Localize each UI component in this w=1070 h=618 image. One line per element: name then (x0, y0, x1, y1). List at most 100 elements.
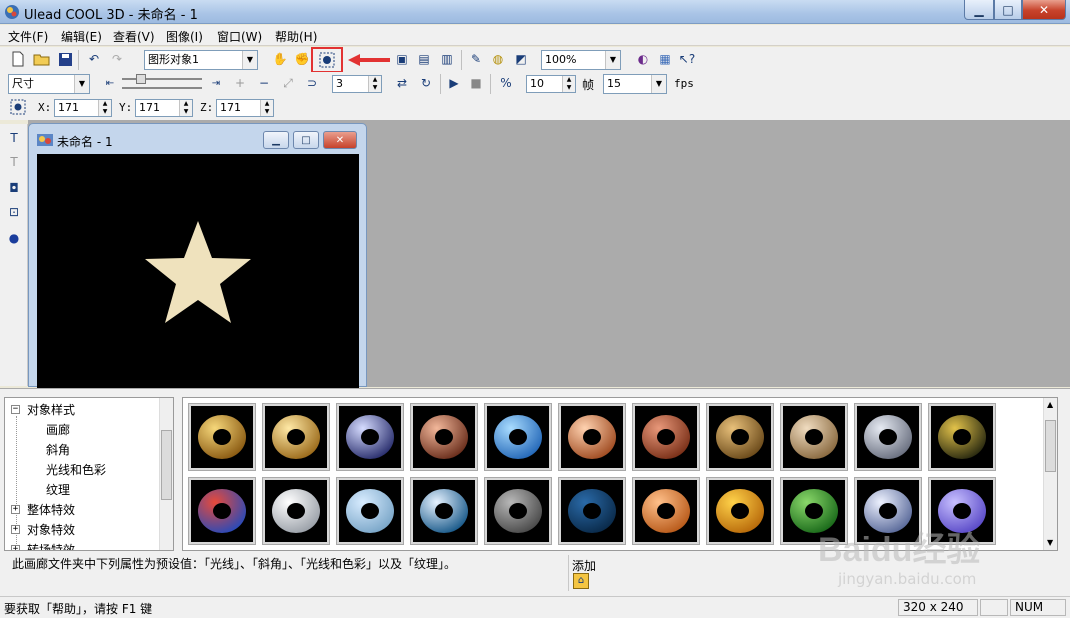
top-view-icon[interactable]: ▥ (437, 49, 457, 69)
doc-maximize-button[interactable]: □ (293, 131, 319, 149)
reverse-icon[interactable]: ⊃ (302, 73, 322, 93)
add-icon[interactable]: ⌂ (573, 573, 589, 589)
minimize-button[interactable]: ▁ (964, 0, 994, 20)
object-select[interactable]: 图形对象1 ▼ (144, 50, 258, 70)
browser-icon[interactable]: ▦ (655, 49, 675, 69)
gold-ring-thumbnail[interactable] (188, 403, 256, 471)
bronze-ring-thumbnail[interactable] (706, 403, 774, 471)
stained-glass-ring-thumbnail[interactable] (188, 477, 256, 545)
spinner-arrows-icon: ▲ ▼ (562, 76, 575, 92)
status-help-text: 要获取「帮助」，请按 F1 键 (4, 602, 153, 616)
gold-ring-2-thumbnail[interactable] (262, 403, 330, 471)
fps-select[interactable]: 15 ▼ (603, 74, 667, 94)
undo-icon[interactable]: ↶ (84, 49, 104, 69)
orange-ring-thumbnail[interactable] (632, 477, 700, 545)
tree-item-light-color[interactable]: 光线和色彩 (46, 461, 106, 478)
first-keyframe-icon[interactable]: ⇤ (100, 73, 120, 93)
loop-icon[interactable]: ⇄ (392, 73, 412, 93)
z-input[interactable]: 171 ▲ ▼ (216, 99, 274, 117)
expand-icon[interactable]: + (11, 505, 20, 514)
style-tree[interactable]: − 对象样式 画廊 斜角 光线和色彩 纹理 + 整体特效 + 对象特效 + 转场… (4, 397, 174, 551)
tree-scrollbar[interactable] (159, 398, 173, 550)
front-view-icon[interactable]: ▣ (392, 49, 412, 69)
menu-window[interactable]: 窗口(W) (217, 28, 262, 45)
scroll-up-icon[interactable]: ▲ (1047, 400, 1053, 409)
zoom-select[interactable]: 100% ▼ (541, 50, 621, 70)
position-mode-icon[interactable] (8, 97, 28, 117)
stop-icon[interactable]: ■ (466, 73, 486, 93)
blue-marble-ring-thumbnail[interactable] (484, 403, 552, 471)
fps-label: fps (674, 77, 694, 90)
copper-ring-thumbnail[interactable] (410, 403, 478, 471)
maximize-button[interactable]: □ (994, 0, 1022, 20)
tree-item-bevel[interactable]: 斜角 (46, 441, 70, 458)
tree-item-object-fx[interactable]: 对象特效 (27, 521, 75, 538)
object-position-button[interactable] (311, 47, 343, 73)
menu-image[interactable]: 图像(I) (166, 28, 203, 45)
dark-blue-ring-thumbnail[interactable] (558, 477, 626, 545)
globe-icon[interactable]: ◍ (488, 49, 508, 69)
red-clay-ring-thumbnail[interactable] (632, 403, 700, 471)
white-ring-thumbnail[interactable] (262, 477, 330, 545)
text-tool-icon[interactable]: T (4, 128, 24, 148)
tree-item-object-style[interactable]: 对象样式 (27, 401, 75, 418)
select-object-icon[interactable]: ⊡ (4, 202, 24, 222)
silver-ring-thumbnail[interactable] (336, 403, 404, 471)
menu-file[interactable]: 文件(F) (8, 28, 48, 45)
watermark-url: jingyan.baidu.com (838, 570, 977, 588)
property-select[interactable]: 尺寸 ▼ (8, 74, 90, 94)
menu-edit[interactable]: 编辑(E) (61, 28, 102, 45)
edit-text-icon[interactable]: T (4, 152, 24, 172)
doc-minimize-button[interactable]: ▁ (263, 131, 289, 149)
water-ring-thumbnail[interactable] (410, 477, 478, 545)
expand-icon[interactable]: + (11, 525, 20, 534)
frame-spinner[interactable]: 3 ▲ ▼ (332, 75, 382, 93)
close-button[interactable]: ✕ (1022, 0, 1066, 20)
play-preview-icon[interactable]: ◐ (633, 49, 653, 69)
tree-item-texture[interactable]: 纹理 (46, 481, 70, 498)
tree-item-gallery[interactable]: 画廊 (46, 421, 70, 438)
steel-ring-thumbnail[interactable] (854, 403, 922, 471)
add-keyframe-icon[interactable]: + (230, 73, 250, 93)
expand-icon[interactable]: + (11, 545, 20, 550)
new-file-icon[interactable] (8, 49, 28, 69)
mesh-ring-thumbnail[interactable] (780, 403, 848, 471)
menu-help[interactable]: 帮助(H) (275, 28, 317, 45)
render-canvas[interactable] (37, 154, 359, 388)
timeline-slider[interactable] (122, 74, 202, 90)
save-icon[interactable] (55, 49, 75, 69)
refresh-icon[interactable]: ↻ (416, 73, 436, 93)
insert-shape-icon[interactable]: ◘ (4, 178, 24, 198)
animation-toolbar: 尺寸 ▼ ⇤ ⇥ + − ⤢ ⊃ 3 ▲ ▼ ⇄ ↻ ▶ ■ % 10 ▲ ▼ 帧 … (0, 72, 1070, 96)
collapse-icon[interactable]: − (11, 405, 20, 414)
cloud-ring-thumbnail[interactable] (336, 477, 404, 545)
open-folder-icon[interactable] (32, 49, 52, 69)
light-icon[interactable]: ✎ (466, 49, 486, 69)
camera-icon[interactable]: ◩ (511, 49, 531, 69)
x-input[interactable]: 171 ▲ ▼ (54, 99, 112, 117)
bolted-ring-thumbnail[interactable] (484, 477, 552, 545)
hand-icon[interactable]: ✋ (270, 49, 290, 69)
tree-item-transition-fx[interactable]: 转场特效 (27, 541, 75, 550)
frames-spinner[interactable]: 10 ▲ ▼ (526, 75, 576, 93)
geometry-icon[interactable]: ● (4, 228, 24, 248)
y-input[interactable]: 171 ▲ ▼ (135, 99, 193, 117)
rotate-hand-icon[interactable]: ✊ (292, 49, 312, 69)
delete-keyframe-icon[interactable]: − (254, 73, 274, 93)
separator (440, 74, 441, 94)
side-view-icon[interactable]: ▤ (414, 49, 434, 69)
copper-shine-ring-thumbnail[interactable] (558, 403, 626, 471)
redo-icon[interactable]: ↷ (107, 49, 127, 69)
document-window[interactable]: 未命名 - 1 ▁ □ ✕ (28, 123, 367, 388)
percent-icon[interactable]: % (496, 73, 516, 93)
gold-spot-ring-thumbnail[interactable] (928, 403, 996, 471)
last-keyframe-icon[interactable]: ⇥ (206, 73, 226, 93)
tree-item-global-fx[interactable]: 整体特效 (27, 501, 75, 518)
amber-ring-thumbnail[interactable] (706, 477, 774, 545)
split-icon[interactable]: ⤢ (278, 73, 298, 93)
play-icon[interactable]: ▶ (444, 73, 464, 93)
menu-view[interactable]: 查看(V) (113, 28, 155, 45)
help-pointer-icon[interactable]: ↖? (677, 49, 697, 69)
doc-close-button[interactable]: ✕ (323, 131, 357, 149)
star-object[interactable] (37, 154, 359, 388)
